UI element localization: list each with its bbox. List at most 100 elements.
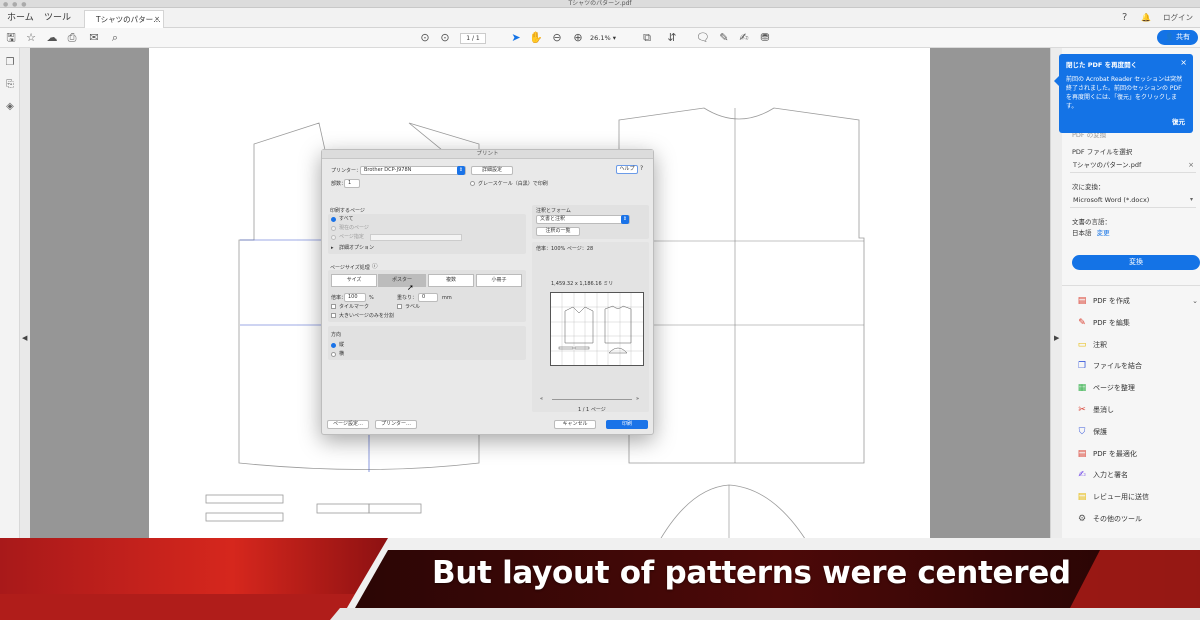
selected-file-field[interactable]: Tシャツのパターン.pdf ×: [1070, 157, 1196, 173]
help-circle-icon[interactable]: ?: [640, 166, 643, 172]
left-panel-toggle[interactable]: ◀: [20, 48, 30, 550]
select-cursor-icon[interactable]: ➤: [509, 28, 523, 48]
organize-pages-icon: ▦: [1077, 383, 1087, 394]
preview-next-button[interactable]: »: [636, 396, 639, 402]
comment-icon[interactable]: 🗨: [696, 28, 710, 48]
tool-item-create-pdf[interactable]: ▤ PDF を作成 ⌄: [1076, 292, 1200, 310]
tool-item-optimize-pdf[interactable]: ▤ PDF を最適化: [1076, 445, 1200, 463]
labels-label: ラベル: [405, 304, 421, 310]
disclosure-triangle-icon[interactable]: ▸: [331, 245, 334, 251]
tool-item-protect[interactable]: ⛉ 保護: [1076, 423, 1200, 441]
tab-close-icon[interactable]: ×: [154, 11, 160, 28]
tool-item-organize-pages[interactable]: ▦ ページを整理: [1076, 379, 1200, 397]
tile-marks-checkbox[interactable]: [331, 304, 336, 309]
fit-page-icon[interactable]: ⧉: [640, 28, 654, 48]
clear-file-icon[interactable]: ×: [1188, 157, 1194, 173]
labels-checkbox[interactable]: [397, 304, 402, 309]
copies-field[interactable]: 1: [344, 179, 360, 188]
print-preview-thumbnail: [550, 292, 644, 366]
sizing-multiple-button[interactable]: 複数: [428, 274, 474, 287]
option-current-page: 現在のページ: [339, 225, 369, 231]
share-button[interactable]: 👤 共有: [1157, 30, 1198, 45]
page-range-input[interactable]: [370, 234, 462, 241]
highlight-pen-icon[interactable]: ✎: [717, 28, 731, 48]
page-indicator: 1 / 1 ページ: [578, 407, 606, 413]
left-navigation-rail: ❐ ⎘ ◈: [0, 48, 20, 550]
save-icon[interactable]: 🖫: [4, 28, 18, 48]
page-setup-button[interactable]: ページ設定…: [327, 420, 369, 429]
advanced-settings-button[interactable]: 詳細設定: [471, 166, 513, 175]
tool-label: PDF を最適化: [1093, 449, 1137, 458]
tool-item-more-tools[interactable]: ⚙ その他のツール: [1076, 510, 1200, 528]
overlap-field[interactable]: 0: [418, 293, 438, 302]
radio-portrait[interactable]: [331, 343, 336, 348]
close-icon[interactable]: ×: [1180, 58, 1187, 67]
tool-item-edit-pdf[interactable]: ✎ PDF を編集: [1076, 314, 1200, 332]
radio-current-page[interactable]: [331, 226, 336, 231]
page-number-field[interactable]: 1 / 1: [460, 33, 486, 44]
zoom-out-icon[interactable]: ⊖: [550, 28, 564, 48]
preview-slider[interactable]: [552, 399, 632, 400]
scale-field[interactable]: 100: [344, 293, 366, 302]
comments-forms-value: 文書と注釈: [540, 216, 566, 222]
attachments-icon[interactable]: ⎘: [3, 79, 17, 93]
upload-cloud-icon[interactable]: ☁: [45, 28, 59, 48]
help-button[interactable]: ヘルプ: [616, 165, 638, 174]
tab-tools[interactable]: ツール: [44, 8, 71, 28]
search-icon[interactable]: ⌕: [108, 28, 122, 48]
layers-icon[interactable]: ◈: [3, 101, 17, 115]
radio-all-pages[interactable]: [331, 217, 336, 222]
summarize-comments-button[interactable]: 注釈の一覧: [536, 227, 580, 236]
stamp-icon[interactable]: ⛃: [758, 28, 772, 48]
tool-item-combine-files[interactable]: ❐ ファイルを結合: [1076, 357, 1200, 375]
draw-icon[interactable]: ✍: [737, 28, 751, 48]
convert-button[interactable]: 変換: [1072, 255, 1200, 270]
cancel-button[interactable]: キャンセル: [554, 420, 596, 429]
print-icon[interactable]: ⎙: [65, 28, 79, 48]
sleeve-outline: [656, 484, 810, 546]
login-link[interactable]: ログイン: [1163, 8, 1193, 28]
email-icon[interactable]: ✉: [87, 28, 101, 48]
format-select[interactable]: Microsoft Word (*.docx) ▾: [1070, 192, 1196, 208]
printer-button[interactable]: プリンター…: [375, 420, 417, 429]
help-icon[interactable]: ?: [1122, 8, 1127, 28]
main-toolbar: 🖫 ☆ ☁ ⎙ ✉ ⌕ ⊙ ⊙ 1 / 1 ➤ ✋ ⊖ ⊕ 26.1% ▾ ⧉ …: [0, 28, 1200, 48]
share-icon: 👤: [1165, 33, 1174, 41]
binding-strip-1: [205, 494, 284, 504]
hand-tool-icon[interactable]: ✋: [529, 28, 543, 48]
print-button[interactable]: 印刷: [606, 420, 648, 429]
scroll-mode-icon[interactable]: ⇵: [665, 28, 679, 48]
radio-page-range[interactable]: [331, 235, 336, 240]
page-thumbnails-icon[interactable]: ❐: [3, 57, 17, 71]
tool-item-send-review[interactable]: ▤ レビュー用に送信: [1076, 488, 1200, 506]
create-pdf-icon: ▤: [1077, 296, 1087, 306]
window-title: Tシャツのパターン.pdf: [568, 0, 632, 7]
preview-tile-grid: [551, 293, 643, 365]
notification-bell-icon[interactable]: 🔔: [1141, 8, 1151, 28]
page-up-icon[interactable]: ⊙: [418, 28, 432, 48]
radio-landscape[interactable]: [331, 352, 336, 357]
change-language-link[interactable]: 変更: [1097, 229, 1110, 237]
tool-item-redact[interactable]: ✂ 墨消し: [1076, 401, 1200, 419]
comments-forms-select[interactable]: 文書と注釈 ⇕: [536, 215, 630, 224]
tool-item-fill-sign[interactable]: ✍ 入力と署名: [1076, 466, 1200, 484]
chevron-down-icon[interactable]: ⌄: [1192, 292, 1198, 310]
page-down-icon[interactable]: ⊙: [438, 28, 452, 48]
tab-document[interactable]: Tシャツのパター… ×: [84, 10, 164, 28]
sizing-poster-button[interactable]: ポスター: [378, 274, 426, 287]
sizing-size-button[interactable]: サイズ: [331, 274, 377, 287]
chevron-left-icon: ◀: [22, 334, 28, 342]
zoom-select[interactable]: 26.1% ▾: [590, 33, 630, 44]
printer-select[interactable]: Brother DCP-J978N ⇕: [360, 166, 466, 175]
printer-value: Brother DCP-J978N: [364, 167, 412, 173]
sizing-booklet-button[interactable]: 小冊子: [476, 274, 522, 287]
zoom-in-icon[interactable]: ⊕: [571, 28, 585, 48]
preview-prev-button[interactable]: «: [540, 396, 543, 402]
tool-item-comment[interactable]: ▭ 注釈: [1076, 336, 1200, 354]
bookmark-star-icon[interactable]: ☆: [24, 28, 38, 48]
more-options-toggle[interactable]: 詳細オプション: [339, 245, 374, 251]
tile-large-pages-checkbox[interactable]: [331, 313, 336, 318]
grayscale-checkbox[interactable]: [470, 181, 475, 186]
tab-home[interactable]: ホーム: [7, 8, 34, 28]
restore-link[interactable]: 復元: [1172, 116, 1185, 126]
